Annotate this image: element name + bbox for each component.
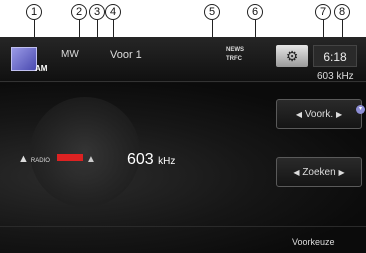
triangle-left-icon: ◀ [295, 110, 303, 119]
frequency-value: 603 [127, 151, 154, 168]
info-icon[interactable]: ▾ [356, 105, 365, 114]
gear-icon: ⚙ [285, 48, 299, 64]
callout-8: 8 [334, 4, 350, 20]
signal-indicator [57, 154, 83, 161]
zoeken-button[interactable]: ◀ Zoeken ▶ [276, 157, 362, 187]
callout-7: 7 [315, 4, 331, 20]
triangle-left-icon: ◀ [293, 168, 300, 177]
callout-2: 2 [71, 4, 87, 20]
top-bar: AM MW Voor 1 NEWS TRFC ⚙ 6:18 [0, 37, 366, 82]
callout-5: 5 [204, 4, 220, 20]
preset-label: Voor 1 [110, 49, 142, 61]
callout-4: 4 [105, 4, 121, 20]
frequency-unit: kHz [158, 156, 176, 167]
trfc-label: TRFC [226, 56, 242, 62]
callout-row: 1 2 3 4 5 6 7 8 [0, 0, 366, 128]
radio-arrow-icon: ▲ [18, 153, 29, 165]
source-button[interactable]: AM [9, 45, 53, 79]
voorkeuze-tab[interactable]: Voorkeuze [292, 237, 335, 247]
triangle-right-icon: ▶ [338, 168, 345, 177]
antenna-icon: ▲ [86, 154, 96, 165]
voork-label: Voork. [304, 109, 334, 120]
disc-graphic [30, 97, 140, 207]
main-frequency: 603 kHz [127, 151, 175, 169]
radio-screen: AM MW Voor 1 NEWS TRFC ⚙ 6:18 603 kHz ▲ R… [0, 37, 366, 253]
source-label: AM [35, 64, 48, 73]
voork-button[interactable]: ◀ Voork. ▶ [276, 99, 362, 129]
triangle-right-icon: ▶ [335, 110, 343, 119]
callout-3: 3 [89, 4, 105, 20]
bottom-divider [0, 226, 366, 227]
callout-1: 1 [26, 4, 42, 20]
band-label: MW [61, 49, 79, 60]
news-label: NEWS [226, 47, 244, 53]
radio-logo: ▲ RADIO [18, 153, 50, 165]
radio-logo-text: RADIO [30, 158, 50, 164]
zoeken-label: Zoeken [302, 167, 336, 178]
frequency-top: 603 kHz [317, 71, 354, 82]
clock: 6:18 [313, 45, 357, 67]
news-trfc-indicator: NEWS TRFC [226, 46, 260, 68]
settings-button[interactable]: ⚙ [276, 45, 308, 67]
callout-6: 6 [247, 4, 263, 20]
am-source-icon [11, 47, 37, 71]
